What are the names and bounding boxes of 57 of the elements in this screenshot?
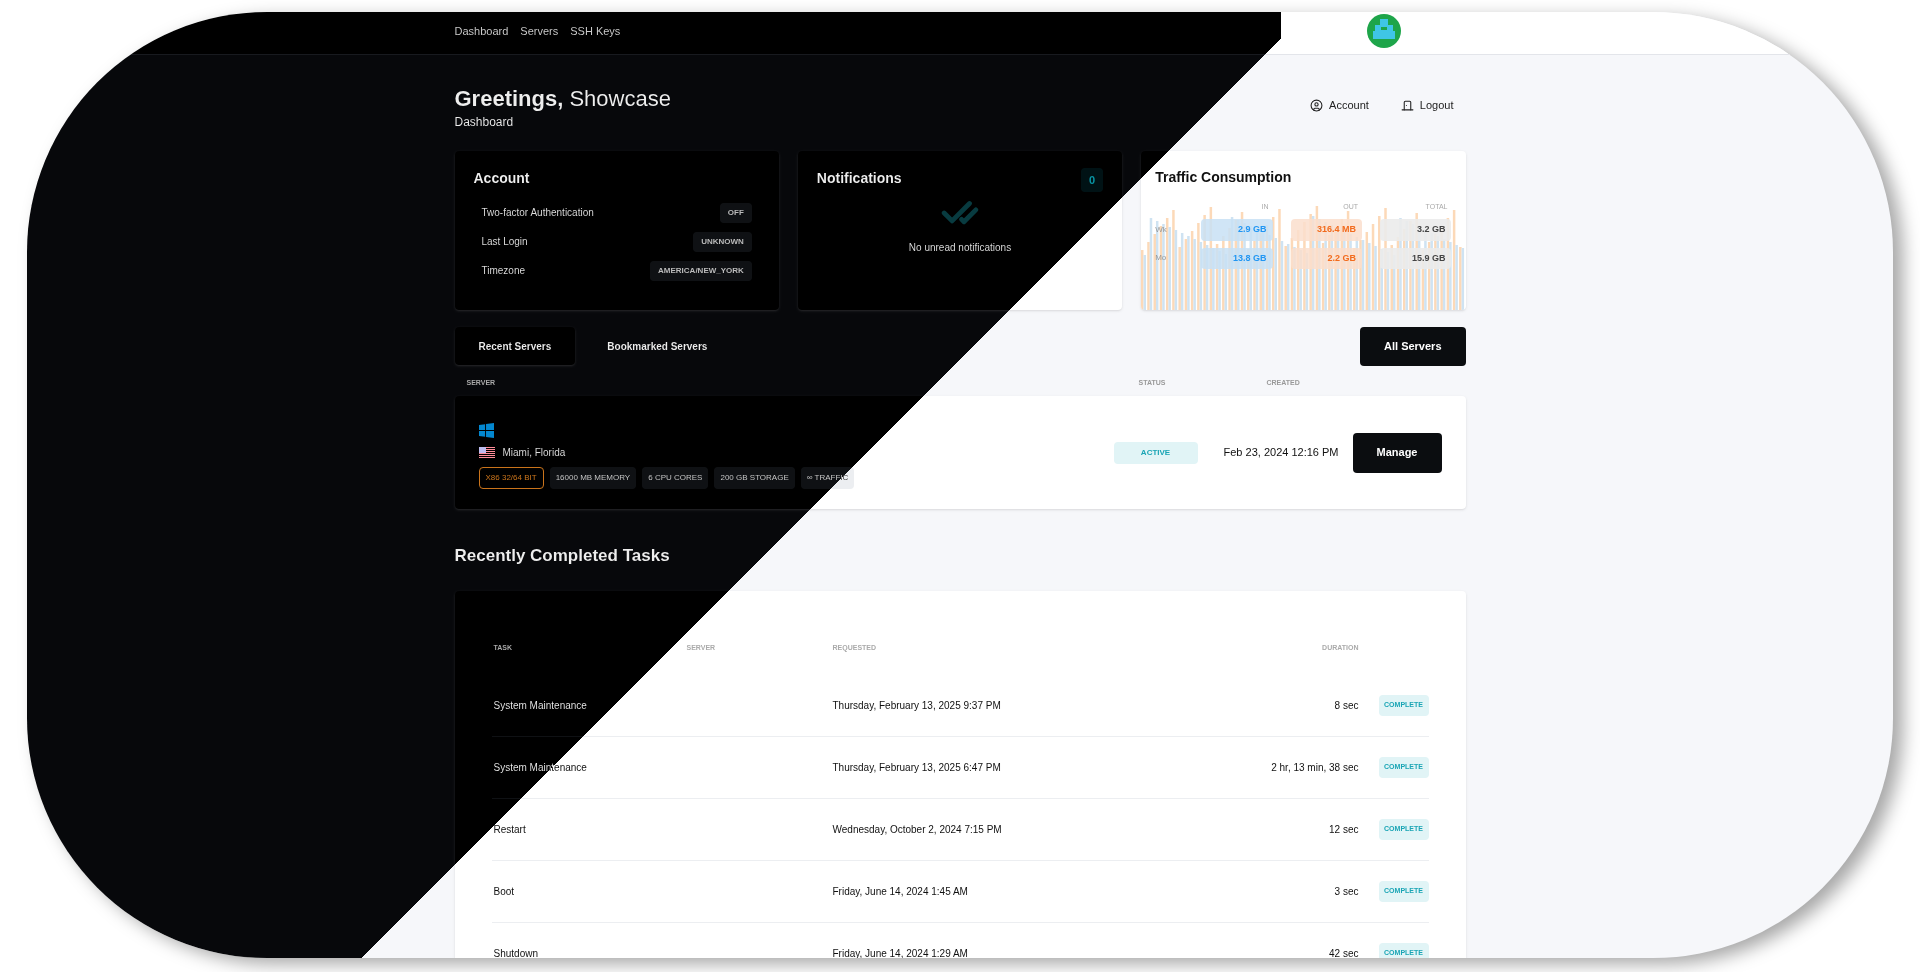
task-duration: 8 sec: [1334, 699, 1359, 713]
flag-icon: [478, 446, 495, 458]
traffic-total: 15.9 GB: [1380, 247, 1452, 269]
door-icon: [1400, 98, 1414, 112]
manage-button[interactable]: Manage: [1352, 432, 1442, 473]
requested-date: Thursday, February 13, 2025 6:47 PM: [832, 761, 1002, 775]
task-name: Restart: [492, 823, 527, 837]
setting-value: OFF: [719, 202, 752, 223]
task-name: Shutdown: [492, 947, 539, 958]
nav-link[interactable]: SSH Keys: [570, 22, 621, 40]
spec-tag: 6 CPU CORES: [642, 466, 709, 489]
spec-tag: X86 32/64 BIT: [478, 466, 544, 489]
period-label: Mo: [1155, 252, 1168, 265]
all-servers-button[interactable]: All Servers: [1360, 326, 1466, 366]
spec-tag: 16000 MB MEMORY: [549, 466, 637, 489]
user-name: Showcase: [569, 86, 671, 111]
period-label: Wk: [1155, 223, 1168, 236]
traffic-in: 13.8 GB: [1201, 247, 1273, 269]
count-badge: 0: [1081, 167, 1104, 192]
status-badge: ACTIVE: [1113, 441, 1198, 464]
requested-date: Thursday, February 13, 2025 9:37 PM: [832, 699, 1002, 713]
windows-icon: [478, 422, 494, 438]
task-duration: 2 hr, 13 min, 38 sec: [1271, 761, 1359, 775]
spec-tag: 200 GB STORAGE: [714, 466, 795, 489]
setting-value: UNKNOWN: [693, 231, 752, 252]
setting-label: Two-factor Authentication: [481, 206, 594, 220]
setting-label: Last Login: [481, 235, 528, 249]
task-duration: 3 sec: [1334, 885, 1359, 899]
page-subtitle: Dashboard: [454, 113, 515, 131]
task-duration: 12 sec: [1329, 823, 1359, 837]
traffic-out: 316.4 MB: [1290, 219, 1363, 241]
card-title: Account: [473, 168, 531, 188]
logout-link[interactable]: Logout: [1400, 97, 1454, 114]
setting-label: Timezone: [481, 264, 526, 278]
nav-link[interactable]: Servers: [520, 22, 559, 40]
traffic-out: 2.2 GB: [1290, 247, 1363, 269]
server-tab[interactable]: Bookmarked Servers: [583, 327, 732, 365]
card-title: Notifications: [816, 168, 902, 188]
task-duration: 42 sec: [1329, 947, 1359, 958]
empty-message: No unread notifications: [908, 241, 1012, 255]
created-date: Feb 23, 2024 12:16 PM: [1223, 445, 1339, 461]
setting-value: AMERICA/NEW_YORK: [650, 260, 752, 281]
section-title: Recently Completed Tasks: [454, 545, 671, 567]
traffic-total: 3.2 GB: [1380, 219, 1452, 241]
requested-date: Friday, June 14, 2024 1:45 AM: [832, 885, 969, 899]
server-tab[interactable]: Recent Servers: [454, 327, 576, 365]
task-name: System Maintenance: [492, 699, 588, 713]
requested-date: Wednesday, October 2, 2024 7:15 PM: [832, 823, 1003, 837]
user-icon: [1310, 98, 1324, 112]
avatar-icon[interactable]: [1366, 14, 1401, 48]
card-title: Traffic Consumption: [1155, 167, 1293, 187]
nav-link[interactable]: Dashboard: [454, 22, 509, 40]
greeting-text: Greetings,: [454, 86, 564, 111]
server-location: Miami, Florida: [502, 445, 566, 460]
traffic-in: 2.9 GB: [1201, 219, 1273, 241]
task-name: Boot: [492, 885, 516, 899]
account-link[interactable]: Account: [1310, 97, 1369, 114]
